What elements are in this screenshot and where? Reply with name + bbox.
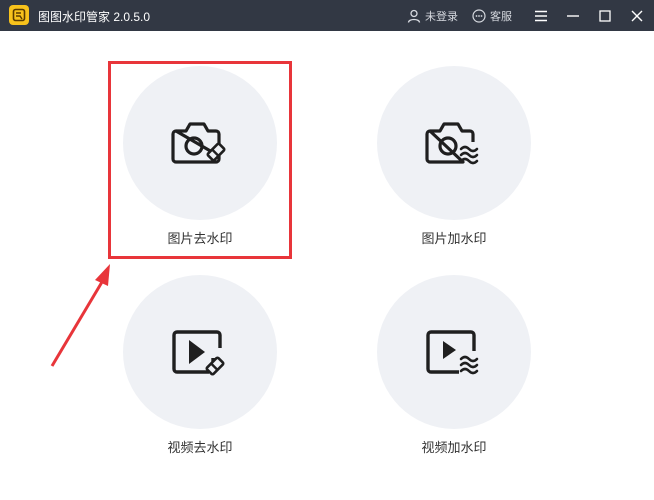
title-bar: 图图水印管家 2.0.5.0 未登录 客服 bbox=[0, 0, 654, 31]
main-content: 图片去水印 图片加水印 视频去水印 视频加水印 bbox=[0, 31, 654, 500]
tile-circle bbox=[123, 275, 277, 429]
tile-circle bbox=[377, 66, 531, 220]
close-button[interactable] bbox=[625, 4, 649, 28]
menu-icon bbox=[535, 10, 547, 22]
login-label: 未登录 bbox=[425, 11, 458, 23]
user-icon bbox=[407, 9, 421, 23]
tile-video-add-watermark[interactable]: 视频加水印 bbox=[364, 275, 544, 465]
maximize-button[interactable] bbox=[593, 4, 617, 28]
video-watermark-icon bbox=[426, 330, 479, 375]
close-icon bbox=[631, 10, 643, 22]
tile-image-add-watermark[interactable]: 图片加水印 bbox=[364, 66, 544, 256]
tile-circle bbox=[377, 275, 531, 429]
minimize-icon bbox=[567, 15, 579, 17]
app-logo-icon bbox=[9, 5, 29, 25]
tile-label: 视频加水印 bbox=[421, 440, 487, 455]
video-eraser-icon bbox=[172, 330, 225, 376]
tile-video-remove-watermark[interactable]: 视频去水印 bbox=[110, 275, 290, 465]
camera-eraser-icon bbox=[171, 122, 226, 164]
service-label: 客服 bbox=[490, 11, 512, 23]
tile-label: 视频去水印 bbox=[167, 440, 233, 455]
login-button[interactable]: 未登录 bbox=[407, 8, 458, 24]
minimize-button[interactable] bbox=[561, 4, 585, 28]
maximize-icon bbox=[599, 10, 611, 22]
tile-label: 图片加水印 bbox=[421, 231, 487, 246]
tile-circle bbox=[123, 66, 277, 220]
tile-label: 图片去水印 bbox=[167, 231, 233, 246]
customer-service-button[interactable]: 客服 bbox=[472, 8, 512, 24]
tile-image-remove-watermark[interactable]: 图片去水印 bbox=[110, 66, 290, 256]
camera-watermark-icon bbox=[425, 122, 479, 165]
chat-icon bbox=[472, 9, 486, 23]
menu-button[interactable] bbox=[529, 4, 553, 28]
app-title: 图图水印管家 2.0.5.0 bbox=[38, 10, 151, 24]
